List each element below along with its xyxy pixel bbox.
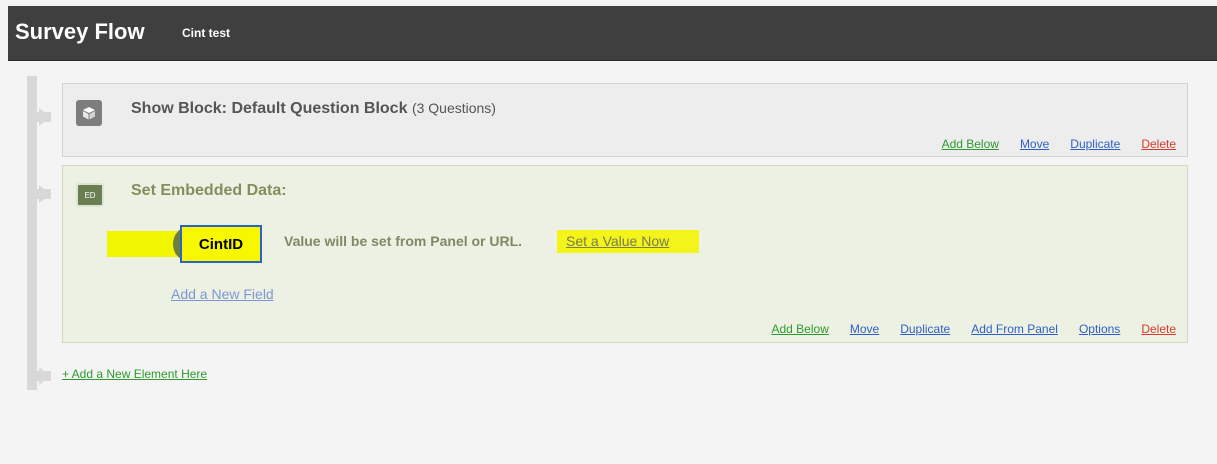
survey-name: Cint test [182, 26, 230, 40]
ed-duplicate-link[interactable]: Duplicate [900, 322, 950, 336]
block-add-below-link[interactable]: Add Below [942, 137, 999, 151]
ed-move-link[interactable]: Move [850, 322, 879, 336]
cube-icon [76, 100, 102, 126]
block-delete-link[interactable]: Delete [1141, 137, 1176, 151]
page-header: Survey Flow Cint test [8, 6, 1217, 61]
field-value-text: Value will be set from Panel or URL. [284, 233, 523, 249]
connector-arrow-1 [39, 108, 51, 126]
embedded-data-block[interactable]: ED Set Embedded Data: CintID Value will … [62, 165, 1188, 343]
embedded-actions: Add Below Move Duplicate Add From Panel … [771, 322, 1176, 336]
block-duplicate-link[interactable]: Duplicate [1070, 137, 1120, 151]
ed-options-link[interactable]: Options [1079, 322, 1120, 336]
question-count: (3 Questions) [411, 100, 496, 116]
page-title: Survey Flow [15, 19, 145, 44]
ed-add-from-panel-link[interactable]: Add From Panel [971, 322, 1058, 336]
connector-arrow-2 [39, 185, 51, 203]
field-name-input[interactable]: CintID [180, 225, 262, 263]
embedded-data-icon: ED [76, 183, 104, 207]
block-move-link[interactable]: Move [1020, 137, 1049, 151]
block-title-text: Show Block: Default Question Block [131, 100, 408, 117]
add-new-element-link[interactable]: + Add a New Element Here [62, 367, 207, 381]
connector-arrow-3 [39, 367, 51, 385]
show-block[interactable]: Show Block: Default Question Block (3 Qu… [62, 83, 1188, 157]
block-title: Show Block: Default Question Block (3 Qu… [131, 100, 496, 118]
block-actions: Add Below Move Duplicate Delete [942, 137, 1176, 151]
embedded-data-title: Set Embedded Data: [131, 182, 287, 199]
flow-line [27, 76, 37, 390]
ed-add-below-link[interactable]: Add Below [771, 322, 828, 336]
ed-delete-link[interactable]: Delete [1141, 322, 1176, 336]
add-new-field-link[interactable]: Add a New Field [171, 286, 274, 302]
set-value-now-link[interactable]: Set a Value Now [566, 233, 669, 249]
